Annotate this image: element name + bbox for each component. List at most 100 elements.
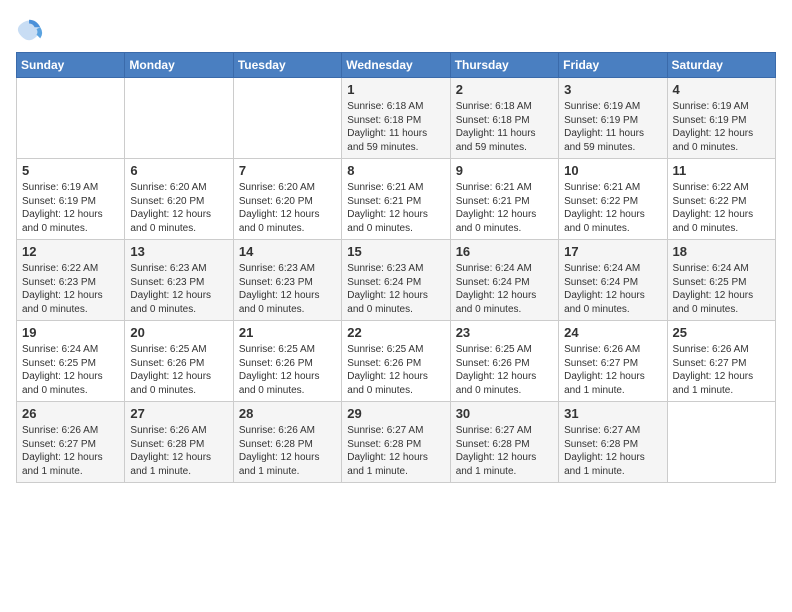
calendar-week-5: 26Sunrise: 6:26 AMSunset: 6:27 PMDayligh… — [17, 402, 776, 483]
day-number: 8 — [347, 163, 444, 178]
calendar-cell: 7Sunrise: 6:20 AMSunset: 6:20 PMDaylight… — [233, 159, 341, 240]
calendar-cell: 22 Sunrise: 6:25 AMSunset: 6:26 PMDayligh… — [342, 321, 450, 402]
calendar-cell: 10 Sunrise: 6:21 AMSunset: 6:22 PMDayligh… — [559, 159, 667, 240]
calendar-cell: 1 Sunrise: 6:18 AMSunset: 6:18 PMDaylight… — [342, 78, 450, 159]
day-info: Sunrise: 6:26 AMSunset: 6:28 PMDaylight:… — [239, 424, 336, 478]
day-number: 13 — [130, 244, 227, 259]
day-number: 11 — [673, 163, 770, 178]
day-info: Sunrise: 6:21 AMSunset: 6:22 PMDaylight:… — [564, 181, 661, 235]
day-info: Sunrise: 6:25 AMSunset: 6:26 PMDaylight:… — [130, 343, 227, 397]
day-number: 14 — [239, 244, 336, 259]
day-info: Sunrise: 6:20 AMSunset: 6:20 PMDaylight:… — [239, 181, 336, 235]
day-number: 12 — [22, 244, 119, 259]
day-number: 17 — [564, 244, 661, 259]
calendar-cell: 5Sunrise: 6:19 AMSunset: 6:19 PMDaylight… — [17, 159, 125, 240]
calendar-header: SundayMondayTuesdayWednesdayThursdayFrid… — [17, 53, 776, 78]
weekday-header-sunday: Sunday — [17, 53, 125, 78]
day-info: Sunrise: 6:23 AMSunset: 6:24 PMDaylight:… — [347, 262, 444, 316]
calendar-cell: 26Sunrise: 6:26 AMSunset: 6:27 PMDayligh… — [17, 402, 125, 483]
day-info: Sunrise: 6:25 AMSunset: 6:26 PMDaylight:… — [456, 343, 553, 397]
calendar-cell: 6 Sunrise: 6:20 AMSunset: 6:20 PMDaylight… — [125, 159, 233, 240]
calendar-cell: 24 Sunrise: 6:26 AMSunset: 6:27 PMDayligh… — [559, 321, 667, 402]
day-number: 2 — [456, 82, 553, 97]
day-info: Sunrise: 6:24 AMSunset: 6:25 PMDaylight:… — [22, 343, 119, 397]
calendar-cell: 12 Sunrise: 6:22 AMSunset: 6:23 PMDayligh… — [17, 240, 125, 321]
calendar-cell: 3 Sunrise: 6:19 AMSunset: 6:19 PMDaylight… — [559, 78, 667, 159]
calendar-cell — [17, 78, 125, 159]
calendar-cell: 27Sunrise: 6:26 AMSunset: 6:28 PMDayligh… — [125, 402, 233, 483]
day-info: Sunrise: 6:18 AMSunset: 6:18 PMDaylight:… — [456, 100, 553, 154]
day-info: Sunrise: 6:27 AMSunset: 6:28 PMDaylight:… — [347, 424, 444, 478]
day-info: Sunrise: 6:21 AMSunset: 6:21 PMDaylight:… — [347, 181, 444, 235]
day-info: Sunrise: 6:26 AMSunset: 6:28 PMDaylight:… — [130, 424, 227, 478]
calendar-cell: 30 Sunrise: 6:27 AMSunset: 6:28 PMDayligh… — [450, 402, 558, 483]
day-info: Sunrise: 6:26 AMSunset: 6:27 PMDaylight:… — [564, 343, 661, 397]
logo-icon — [16, 16, 44, 44]
calendar-cell: 28 Sunrise: 6:26 AMSunset: 6:28 PMDayligh… — [233, 402, 341, 483]
calendar-cell: 4Sunrise: 6:19 AMSunset: 6:19 PMDaylight… — [667, 78, 775, 159]
calendar-cell: 8 Sunrise: 6:21 AMSunset: 6:21 PMDaylight… — [342, 159, 450, 240]
day-info: Sunrise: 6:27 AMSunset: 6:28 PMDaylight:… — [456, 424, 553, 478]
day-number: 3 — [564, 82, 661, 97]
day-number: 28 — [239, 406, 336, 421]
calendar-week-4: 19 Sunrise: 6:24 AMSunset: 6:25 PMDayligh… — [17, 321, 776, 402]
day-info: Sunrise: 6:26 AMSunset: 6:27 PMDaylight:… — [22, 424, 119, 478]
calendar-cell: 20Sunrise: 6:25 AMSunset: 6:26 PMDayligh… — [125, 321, 233, 402]
day-number: 1 — [347, 82, 444, 97]
calendar-cell: 19 Sunrise: 6:24 AMSunset: 6:25 PMDayligh… — [17, 321, 125, 402]
day-number: 31 — [564, 406, 661, 421]
day-info: Sunrise: 6:25 AMSunset: 6:26 PMDaylight:… — [239, 343, 336, 397]
day-number: 6 — [130, 163, 227, 178]
weekday-header-wednesday: Wednesday — [342, 53, 450, 78]
weekday-header-saturday: Saturday — [667, 53, 775, 78]
calendar-body: 1 Sunrise: 6:18 AMSunset: 6:18 PMDaylight… — [17, 78, 776, 483]
day-number: 4 — [673, 82, 770, 97]
day-number: 15 — [347, 244, 444, 259]
calendar-cell: 13 Sunrise: 6:23 AMSunset: 6:23 PMDayligh… — [125, 240, 233, 321]
day-number: 24 — [564, 325, 661, 340]
day-info: Sunrise: 6:24 AMSunset: 6:24 PMDaylight:… — [456, 262, 553, 316]
day-number: 9 — [456, 163, 553, 178]
day-info: Sunrise: 6:20 AMSunset: 6:20 PMDaylight:… — [130, 181, 227, 235]
day-info: Sunrise: 6:19 AMSunset: 6:19 PMDaylight:… — [564, 100, 661, 154]
calendar-cell: 25Sunrise: 6:26 AMSunset: 6:27 PMDayligh… — [667, 321, 775, 402]
calendar-week-3: 12 Sunrise: 6:22 AMSunset: 6:23 PMDayligh… — [17, 240, 776, 321]
calendar-table: SundayMondayTuesdayWednesdayThursdayFrid… — [16, 52, 776, 483]
day-number: 10 — [564, 163, 661, 178]
calendar-cell: 14 Sunrise: 6:23 AMSunset: 6:23 PMDayligh… — [233, 240, 341, 321]
day-number: 19 — [22, 325, 119, 340]
calendar-cell — [667, 402, 775, 483]
weekday-row: SundayMondayTuesdayWednesdayThursdayFrid… — [17, 53, 776, 78]
calendar-cell: 21Sunrise: 6:25 AMSunset: 6:26 PMDayligh… — [233, 321, 341, 402]
day-info: Sunrise: 6:19 AMSunset: 6:19 PMDaylight:… — [22, 181, 119, 235]
day-info: Sunrise: 6:23 AMSunset: 6:23 PMDaylight:… — [239, 262, 336, 316]
day-info: Sunrise: 6:22 AMSunset: 6:23 PMDaylight:… — [22, 262, 119, 316]
day-info: Sunrise: 6:27 AMSunset: 6:28 PMDaylight:… — [564, 424, 661, 478]
calendar-cell: 18Sunrise: 6:24 AMSunset: 6:25 PMDayligh… — [667, 240, 775, 321]
calendar-cell: 15 Sunrise: 6:23 AMSunset: 6:24 PMDayligh… — [342, 240, 450, 321]
calendar-cell: 29Sunrise: 6:27 AMSunset: 6:28 PMDayligh… — [342, 402, 450, 483]
day-number: 30 — [456, 406, 553, 421]
weekday-header-friday: Friday — [559, 53, 667, 78]
calendar-cell: 23 Sunrise: 6:25 AMSunset: 6:26 PMDayligh… — [450, 321, 558, 402]
day-info: Sunrise: 6:25 AMSunset: 6:26 PMDaylight:… — [347, 343, 444, 397]
calendar-cell: 11 Sunrise: 6:22 AMSunset: 6:22 PMDayligh… — [667, 159, 775, 240]
calendar-cell — [125, 78, 233, 159]
weekday-header-tuesday: Tuesday — [233, 53, 341, 78]
day-info: Sunrise: 6:23 AMSunset: 6:23 PMDaylight:… — [130, 262, 227, 316]
calendar-cell: 9Sunrise: 6:21 AMSunset: 6:21 PMDaylight… — [450, 159, 558, 240]
calendar-cell: 31 Sunrise: 6:27 AMSunset: 6:28 PMDayligh… — [559, 402, 667, 483]
weekday-header-thursday: Thursday — [450, 53, 558, 78]
day-info: Sunrise: 6:24 AMSunset: 6:25 PMDaylight:… — [673, 262, 770, 316]
calendar-cell: 17 Sunrise: 6:24 AMSunset: 6:24 PMDayligh… — [559, 240, 667, 321]
day-info: Sunrise: 6:24 AMSunset: 6:24 PMDaylight:… — [564, 262, 661, 316]
day-info: Sunrise: 6:22 AMSunset: 6:22 PMDaylight:… — [673, 181, 770, 235]
calendar-week-2: 5Sunrise: 6:19 AMSunset: 6:19 PMDaylight… — [17, 159, 776, 240]
day-info: Sunrise: 6:26 AMSunset: 6:27 PMDaylight:… — [673, 343, 770, 397]
logo — [16, 16, 48, 44]
day-number: 16 — [456, 244, 553, 259]
page-header — [16, 16, 776, 44]
day-number: 23 — [456, 325, 553, 340]
day-info: Sunrise: 6:18 AMSunset: 6:18 PMDaylight:… — [347, 100, 444, 154]
day-number: 22 — [347, 325, 444, 340]
